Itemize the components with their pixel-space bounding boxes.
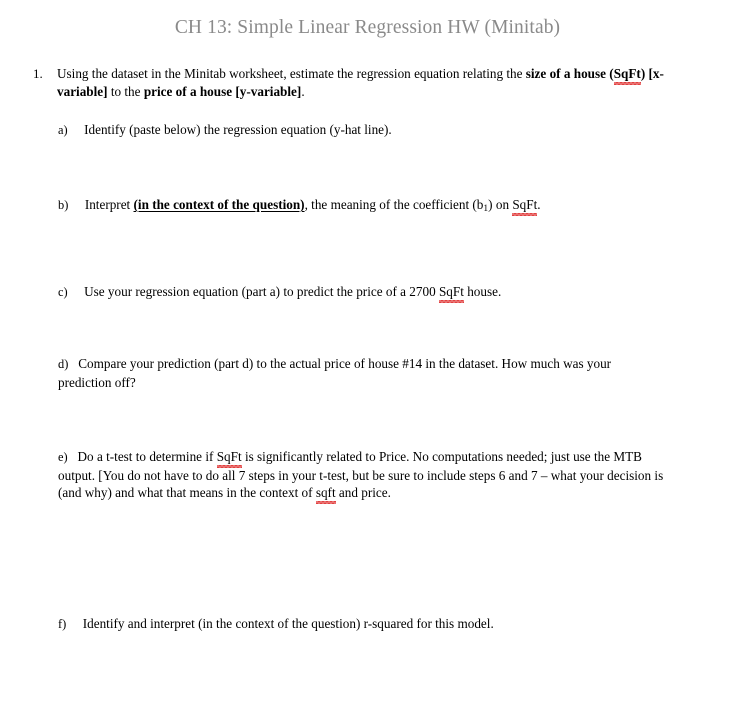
subquestion-d-text: Compare your prediction (part d) to the … [58,356,612,390]
subquestion-c-marker: c) [58,285,68,299]
sub-e-spellcheck-sqft-upper: SqFt [216,449,242,468]
subquestion-a-marker: a) [58,123,68,137]
question-1: 1. Using the dataset in the Minitab work… [33,65,693,100]
question-1-marker: 1. [33,66,43,81]
subquestion-e-text: Do a t-test to determine if SqFt is sign… [58,449,663,504]
q1-bold-of-a-house: of a house ( [549,66,614,81]
sub-c-spellcheck-sqft: SqFt [438,284,464,303]
q1-period: . [301,83,305,99]
subquestion-e-spacer [68,449,78,464]
subquestion-a-text: Identify (paste below) the regression eq… [84,122,392,137]
q1-bold-size: size [525,66,547,81]
subquestion-a: a) Identify (paste below) the regression … [58,121,618,140]
subquestion-b: b) Interpret (in the context of the quest… [58,196,678,217]
subquestion-b-spacer [68,197,84,212]
subquestion-f: f) Identify and interpret (in the context… [58,615,618,634]
sub-b-after: ) on [488,197,513,212]
subquestion-e: e) Do a t-test to determine if SqFt is si… [58,448,676,504]
subquestion-d: d) Compare your prediction (part d) to th… [58,355,648,391]
subquestion-b-marker: b) [58,198,69,212]
subquestion-b-text: Interpret (in the context of the questio… [84,197,541,216]
sub-e-spellcheck-sqft-lower: sqft [315,485,336,504]
sub-b-spellcheck-sqft: SqFt [512,197,538,216]
subquestion-d-marker: d) [58,357,69,371]
subquestion-f-spacer [66,616,82,631]
page-title: CH 13: Simple Linear Regression HW (Mini… [174,17,561,38]
sub-b-emphasis: (in the context of the question) [133,197,305,212]
sub-c-tail: house. [463,284,502,299]
q1-lead-text: Using the dataset in the Minitab workshe… [57,66,526,81]
q1-plain-to-the: to the [107,83,144,99]
sub-c-lead: Use your regression equation (part a) to… [84,284,439,299]
subquestion-a-spacer [68,122,84,137]
sub-b-end: . [537,197,541,212]
subquestion-c-spacer [68,284,84,299]
sub-b-lead: Interpret [84,197,134,212]
subquestion-c-text: Use your regression equation (part a) to… [84,284,502,303]
subquestion-c: c) Use your regression equation (part a) … [58,283,658,303]
subquestion-f-text: Identify and interpret (in the context o… [82,616,494,631]
sub-e-part3: and price. [335,485,391,500]
document-page: CH 13: Simple Linear Regression HW (Mini… [0,0,735,714]
question-1-text: Using the dataset in the Minitab workshe… [57,65,693,100]
sub-b-subscript: 1 [483,204,489,215]
subquestion-e-marker: e) [58,450,68,464]
sub-b-mid: , the meaning of the coefficient (b [304,197,484,212]
q1-spellcheck-sqft: SqFt [613,66,641,85]
q1-bold-price-yvariable: price of a house [y-variable] [143,83,302,99]
subquestion-d-spacer [68,356,78,371]
sub-e-part1: Do a t-test to determine if [77,449,217,464]
